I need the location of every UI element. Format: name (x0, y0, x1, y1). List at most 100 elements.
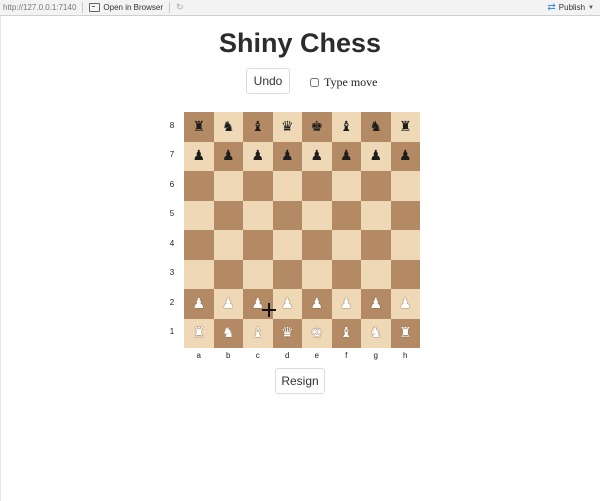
square-c2[interactable]: ♟ (243, 289, 273, 319)
square-c3[interactable] (243, 259, 273, 289)
publish-button[interactable]: ⇄ Publish ▼ (547, 0, 594, 15)
refresh-icon[interactable]: ↻ (176, 2, 184, 13)
square-d6[interactable] (272, 171, 302, 201)
square-e8[interactable]: ♚ (302, 112, 332, 142)
square-e5[interactable] (302, 200, 332, 230)
white-bishop-icon[interactable]: ♝ (251, 326, 264, 340)
type-move-checkbox[interactable] (310, 78, 319, 87)
square-a5[interactable] (184, 200, 214, 230)
open-in-browser-button[interactable]: Open in Browser (89, 3, 163, 12)
black-pawn-icon[interactable]: ♟ (251, 149, 264, 163)
square-g6[interactable] (361, 171, 391, 201)
square-g5[interactable] (361, 200, 391, 230)
black-knight-icon[interactable]: ♞ (222, 120, 235, 134)
square-g7[interactable]: ♟ (361, 141, 391, 171)
square-f6[interactable] (331, 171, 361, 201)
square-b4[interactable] (213, 230, 243, 260)
white-pawn-icon[interactable]: ♟ (222, 297, 235, 311)
black-bishop-icon[interactable]: ♝ (340, 120, 353, 134)
square-e1[interactable]: ♚ (302, 318, 332, 348)
square-a2[interactable]: ♟ (184, 289, 214, 319)
square-f8[interactable]: ♝ (331, 112, 361, 142)
white-pawn-icon[interactable]: ♟ (310, 297, 323, 311)
square-d8[interactable]: ♛ (272, 112, 302, 142)
black-pawn-icon[interactable]: ♟ (222, 149, 235, 163)
square-c4[interactable] (243, 230, 273, 260)
white-pawn-icon[interactable]: ♟ (369, 297, 382, 311)
square-c5[interactable] (243, 200, 273, 230)
square-b2[interactable]: ♟ (213, 289, 243, 319)
square-h7[interactable]: ♟ (390, 141, 420, 171)
square-b6[interactable] (213, 171, 243, 201)
white-rook-icon[interactable]: ♜ (192, 326, 205, 340)
square-b1[interactable]: ♞ (213, 318, 243, 348)
white-pawn-icon[interactable]: ♟ (251, 297, 264, 311)
square-f5[interactable] (331, 200, 361, 230)
square-a4[interactable] (184, 230, 214, 260)
square-f2[interactable]: ♟ (331, 289, 361, 319)
white-queen-icon[interactable]: ♛ (281, 326, 294, 340)
white-rook-icon[interactable]: ♜ (399, 326, 412, 340)
black-pawn-icon[interactable]: ♟ (281, 149, 294, 163)
black-queen-icon[interactable]: ♛ (281, 120, 294, 134)
square-b7[interactable]: ♟ (213, 141, 243, 171)
square-e4[interactable] (302, 230, 332, 260)
white-king-icon[interactable]: ♚ (310, 326, 323, 340)
black-rook-icon[interactable]: ♜ (399, 120, 412, 134)
square-a7[interactable]: ♟ (184, 141, 214, 171)
square-c1[interactable]: ♝ (243, 318, 273, 348)
square-a8[interactable]: ♜ (184, 112, 214, 142)
square-d4[interactable] (272, 230, 302, 260)
square-h2[interactable]: ♟ (390, 289, 420, 319)
type-move-toggle[interactable]: Type move (310, 75, 377, 90)
square-e7[interactable]: ♟ (302, 141, 332, 171)
square-e6[interactable] (302, 171, 332, 201)
white-pawn-icon[interactable]: ♟ (281, 297, 294, 311)
square-d5[interactable] (272, 200, 302, 230)
black-bishop-icon[interactable]: ♝ (251, 120, 264, 134)
square-f3[interactable] (331, 259, 361, 289)
black-pawn-icon[interactable]: ♟ (192, 149, 205, 163)
square-h1[interactable]: ♜ (390, 318, 420, 348)
square-g2[interactable]: ♟ (361, 289, 391, 319)
black-knight-icon[interactable]: ♞ (369, 120, 382, 134)
white-knight-icon[interactable]: ♞ (222, 326, 235, 340)
black-pawn-icon[interactable]: ♟ (369, 149, 382, 163)
undo-button[interactable]: Undo (246, 68, 290, 94)
chess-board[interactable]: ♜ ♞ ♝ ♛ ♚ ♝ ♞ ♜ ♟ ♟ ♟ ♟ ♟ ♟ ♟ ♟ ♟ ♟ ♟ ♟ ♟ ♟ ♟ ♟ ♜ ♞ ♝ ♛ ♚ ♝ ♞ ♜ (184, 112, 420, 348)
square-d7[interactable]: ♟ (272, 141, 302, 171)
square-f7[interactable]: ♟ (331, 141, 361, 171)
square-f4[interactable] (331, 230, 361, 260)
square-b8[interactable]: ♞ (213, 112, 243, 142)
square-g3[interactable] (361, 259, 391, 289)
square-e3[interactable] (302, 259, 332, 289)
square-d1[interactable]: ♛ (272, 318, 302, 348)
square-a1[interactable]: ♜ (184, 318, 214, 348)
white-bishop-icon[interactable]: ♝ (340, 326, 353, 340)
white-pawn-icon[interactable]: ♟ (340, 297, 353, 311)
square-a3[interactable] (184, 259, 214, 289)
black-pawn-icon[interactable]: ♟ (340, 149, 353, 163)
square-b3[interactable] (213, 259, 243, 289)
square-h3[interactable] (390, 259, 420, 289)
white-pawn-icon[interactable]: ♟ (399, 297, 412, 311)
square-h4[interactable] (390, 230, 420, 260)
square-d3[interactable] (272, 259, 302, 289)
square-d2[interactable]: ♟ (272, 289, 302, 319)
square-g8[interactable]: ♞ (361, 112, 391, 142)
square-h8[interactable]: ♜ (390, 112, 420, 142)
square-b5[interactable] (213, 200, 243, 230)
square-e2[interactable]: ♟ (302, 289, 332, 319)
square-c8[interactable]: ♝ (243, 112, 273, 142)
square-g4[interactable] (361, 230, 391, 260)
resign-button[interactable]: Resign (275, 368, 325, 394)
white-knight-icon[interactable]: ♞ (369, 326, 382, 340)
black-king-icon[interactable]: ♚ (310, 120, 323, 134)
square-g1[interactable]: ♞ (361, 318, 391, 348)
black-rook-icon[interactable]: ♜ (192, 120, 205, 134)
square-h5[interactable] (390, 200, 420, 230)
square-a6[interactable] (184, 171, 214, 201)
square-c7[interactable]: ♟ (243, 141, 273, 171)
square-c6[interactable] (243, 171, 273, 201)
square-f1[interactable]: ♝ (331, 318, 361, 348)
